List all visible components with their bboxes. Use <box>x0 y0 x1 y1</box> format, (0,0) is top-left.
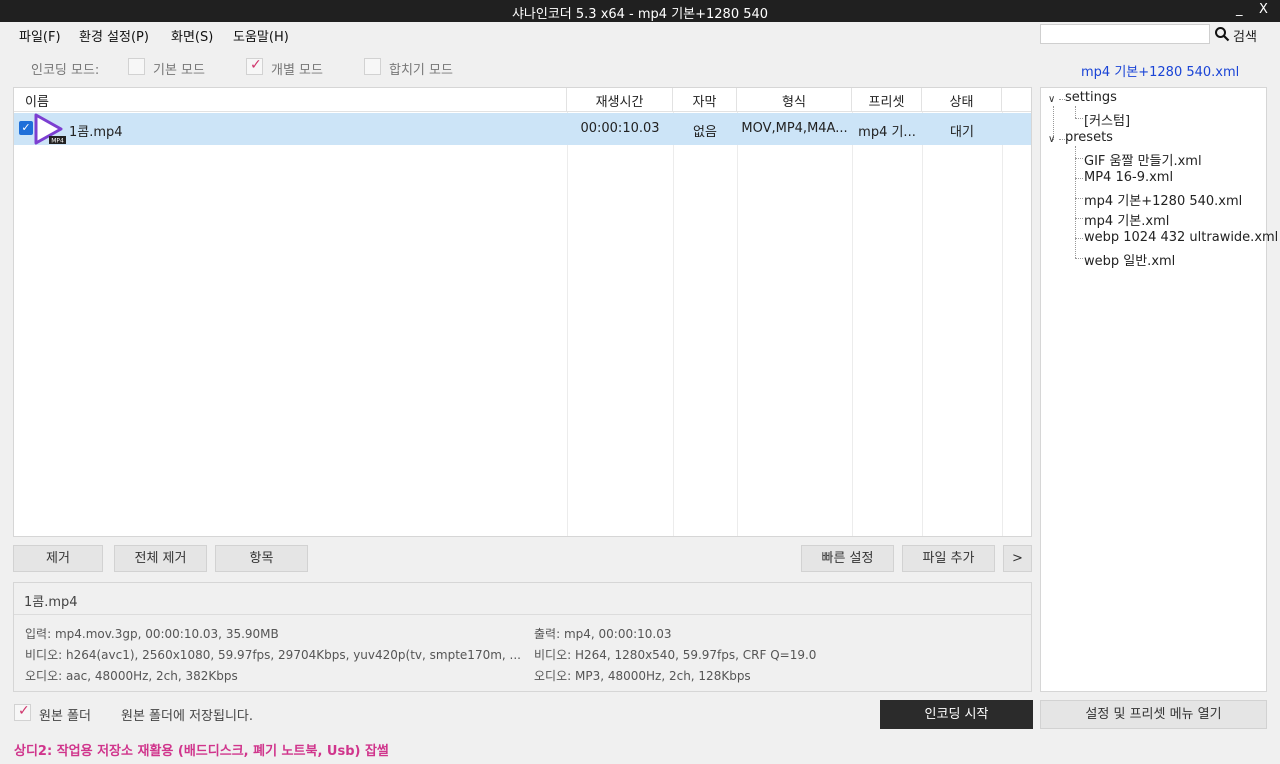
tree-line <box>1075 118 1083 119</box>
info-file-name: 1콤.mp4 <box>24 595 78 610</box>
column-divider <box>1002 112 1003 536</box>
mp4-badge: MP4 <box>51 138 64 145</box>
tree-node-custom[interactable]: [커스텀] <box>1084 110 1130 129</box>
row-checkbox[interactable]: ✓ <box>19 121 33 135</box>
tree-line <box>1075 238 1083 239</box>
output-audio-info: 오디오: MP3, 48000Hz, 2ch, 128Kbps <box>534 669 751 683</box>
encoding-mode-bar: 인코딩 모드: 기본 모드 ✓ 개별 모드 합치기 모드 mp4 기본+1280… <box>0 48 1280 86</box>
format-cell: MOV,MP4,M4A... <box>741 121 848 136</box>
search-icon[interactable] <box>1214 26 1230 42</box>
column-header-name[interactable]: 이름 <box>14 88 567 112</box>
menu-help[interactable]: 도움말(H) <box>233 26 289 45</box>
start-encoding-button[interactable]: 인코딩 시작 <box>880 700 1033 729</box>
file-name-cell: 1콤.mp4 <box>69 125 123 140</box>
open-settings-menu-button[interactable]: 설정 및 프리셋 메뉴 열기 <box>1040 700 1267 729</box>
table-row[interactable]: ✓ MP4 1콤.mp4 00:00:10.03 없음 MOV,MP4,M4A.… <box>14 113 1031 145</box>
input-info: 입력: mp4.mov.3gp, 00:00:10.03, 35.90MB <box>25 627 279 641</box>
tree-node-settings[interactable]: settings <box>1065 90 1117 105</box>
status-message: 상디2: 작업용 저장소 재활용 (배드디스크, 폐기 노트북, Usb) 잡썰 <box>14 744 389 759</box>
close-button[interactable]: X <box>1259 2 1268 17</box>
tree-node-preset[interactable]: mp4 기본+1280 540.xml <box>1084 190 1242 209</box>
tree-node-preset[interactable]: webp 일반.xml <box>1084 250 1175 269</box>
duration-cell: 00:00:10.03 <box>580 121 660 136</box>
tree-line <box>1075 106 1076 118</box>
minimize-button[interactable]: _ <box>1236 2 1243 17</box>
search-input[interactable] <box>1040 24 1210 44</box>
subtitle-cell: 없음 <box>693 125 717 140</box>
column-header-spacer <box>1002 88 1031 112</box>
output-folder-note: 원본 폴더에 저장됩니다. <box>121 709 253 724</box>
items-button[interactable]: 항목 <box>215 545 308 572</box>
column-divider <box>567 112 568 536</box>
mode-basic-checkbox[interactable] <box>128 58 145 75</box>
menu-file[interactable]: 파일(F) <box>19 26 61 45</box>
mode-basic-label[interactable]: 기본 모드 <box>153 59 205 78</box>
menu-preferences[interactable]: 환경 설정(P) <box>79 26 149 45</box>
column-divider <box>922 112 923 536</box>
tree-node-preset[interactable]: GIF 움짤 만들기.xml <box>1084 150 1202 169</box>
file-list[interactable]: 이름 재생시간 자막 형식 프리셋 상태 ✓ MP4 1콤.mp4 00:00:… <box>13 87 1032 537</box>
preset-tree[interactable]: ∨ settings [커스텀] ∨ presets GIF 움짤 만들기.xm… <box>1040 87 1278 692</box>
menu-view[interactable]: 화면(S) <box>171 26 213 45</box>
mode-individual-checkbox[interactable]: ✓ <box>246 57 263 75</box>
tree-line <box>1075 158 1083 159</box>
title-bar: 샤나인코더 5.3 x64 - mp4 기본+1280 540 _ X <box>0 0 1280 22</box>
search-button[interactable]: 검색 <box>1233 26 1257 45</box>
tree-line <box>1075 218 1083 219</box>
tree-line <box>1075 178 1083 179</box>
column-header-format[interactable]: 형식 <box>737 88 852 112</box>
tree-line <box>1075 258 1083 259</box>
column-header-status[interactable]: 상태 <box>922 88 1002 112</box>
original-folder-checkbox[interactable]: ✓ <box>14 703 31 721</box>
tree-line <box>1075 146 1076 258</box>
file-info-panel: 1콤.mp4 입력: mp4.mov.3gp, 00:00:10.03, 35.… <box>13 582 1032 692</box>
column-divider <box>737 112 738 536</box>
quick-settings-button[interactable]: 빠른 설정 <box>801 545 894 572</box>
column-divider <box>673 112 674 536</box>
input-video-info: 비디오: h264(avc1), 2560x1080, 59.97fps, 29… <box>25 648 520 662</box>
column-header-preset[interactable]: 프리셋 <box>852 88 922 112</box>
remove-all-button[interactable]: 전체 제거 <box>114 545 207 572</box>
mode-merge-label[interactable]: 합치기 모드 <box>389 59 453 78</box>
play-file-icon: MP4 <box>34 113 66 145</box>
original-folder-label[interactable]: 원본 폴더 <box>39 705 91 724</box>
column-divider <box>852 112 853 536</box>
tree-node-presets[interactable]: presets <box>1065 130 1113 145</box>
encoding-mode-label: 인코딩 모드: <box>31 63 100 78</box>
tree-node-preset[interactable]: MP4 16-9.xml <box>1084 170 1173 185</box>
tree-node-preset[interactable]: mp4 기본.xml <box>1084 210 1169 229</box>
input-audio-info: 오디오: aac, 48000Hz, 2ch, 382Kbps <box>25 669 238 683</box>
tree-node-preset[interactable]: webp 1024 432 ultrawide.xml <box>1084 230 1278 245</box>
checkmark-icon: ✓ <box>250 57 262 73</box>
add-file-button[interactable]: 파일 추가 <box>902 545 995 572</box>
column-header-duration[interactable]: 재생시간 <box>567 88 673 112</box>
column-header-subtitle[interactable]: 자막 <box>673 88 737 112</box>
chevron-down-icon[interactable]: ∨ <box>1048 134 1055 145</box>
tree-line <box>1075 198 1083 199</box>
remove-button[interactable]: 제거 <box>13 545 103 572</box>
more-button[interactable]: > <box>1003 545 1032 572</box>
mode-merge-checkbox[interactable] <box>364 58 381 75</box>
window-title: 샤나인코더 5.3 x64 - mp4 기본+1280 540 <box>511 7 769 22</box>
current-preset-link[interactable]: mp4 기본+1280 540.xml <box>1081 61 1239 80</box>
output-info: 출력: mp4, 00:00:10.03 <box>534 627 672 641</box>
status-cell: 대기 <box>950 125 974 140</box>
output-video-info: 비디오: H264, 1280x540, 59.97fps, CRF Q=19.… <box>534 648 817 662</box>
checkmark-icon: ✓ <box>18 703 30 719</box>
preset-cell: mp4 기... <box>858 125 916 140</box>
chevron-down-icon[interactable]: ∨ <box>1048 94 1055 105</box>
divider <box>14 614 1031 615</box>
mode-individual-label[interactable]: 개별 모드 <box>271 59 323 78</box>
